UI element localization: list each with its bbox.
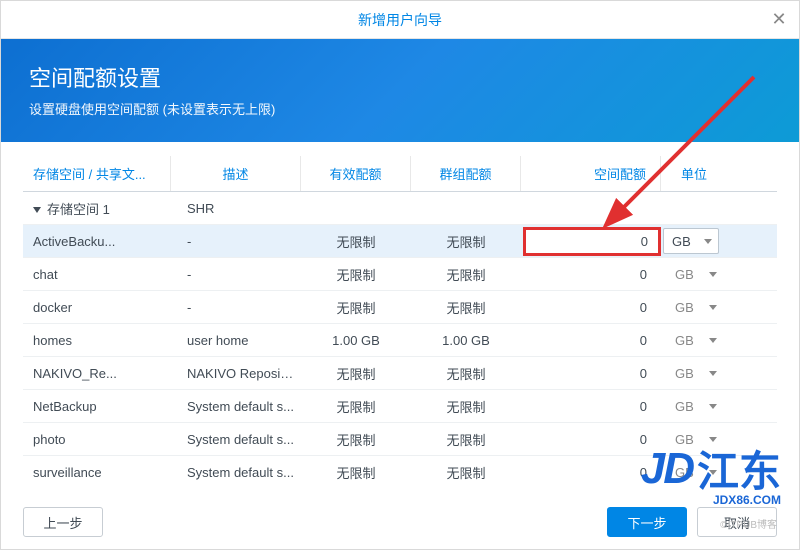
- cell-effective: 无限制: [301, 424, 411, 455]
- cell-effective: 无限制: [301, 292, 411, 323]
- cell-group: 无限制: [411, 424, 521, 455]
- chevron-down-icon[interactable]: [33, 207, 41, 213]
- chevron-down-icon: [709, 404, 717, 409]
- cell-desc: -: [171, 261, 301, 288]
- table-row[interactable]: chat-无限制无限制0GB: [23, 258, 777, 291]
- table-row[interactable]: surveillanceSystem default s...无限制无限制0GB: [23, 456, 777, 488]
- content-area: 存储空间 / 共享文... 描述 有效配额 群组配额 空间配额 单位 存储空间 …: [1, 142, 799, 488]
- cell-name: docker: [23, 294, 171, 321]
- group-desc: SHR: [171, 195, 301, 222]
- cell-desc: -: [171, 228, 301, 255]
- cell-effective: 无限制: [301, 259, 411, 290]
- unit-select[interactable]: GB: [667, 366, 723, 381]
- cell-desc: user home: [171, 327, 301, 354]
- cell-desc: System default s...: [171, 426, 301, 453]
- chevron-down-icon: [709, 437, 717, 442]
- cell-effective: 无限制: [301, 226, 411, 257]
- cell-name: NetBackup: [23, 393, 171, 420]
- cell-group: 无限制: [411, 457, 521, 488]
- chevron-down-icon: [704, 239, 712, 244]
- chevron-down-icon: [709, 470, 717, 475]
- quota-cell[interactable]: 0: [521, 261, 661, 288]
- cell-name: homes: [23, 327, 171, 354]
- group-label: 存储空间 1: [47, 202, 110, 217]
- cell-effective: 无限制: [301, 391, 411, 422]
- unit-select[interactable]: GB: [667, 333, 723, 348]
- col-header-group[interactable]: 群组配额: [411, 156, 521, 191]
- cell-desc: -: [171, 294, 301, 321]
- cell-name: ActiveBacku...: [23, 228, 171, 255]
- cell-group: 无限制: [411, 391, 521, 422]
- window-title: 新增用户向导: [358, 10, 442, 30]
- cell-name: NAKIVO_Re...: [23, 360, 171, 387]
- wizard-footer: 上一步 下一步 取消: [1, 495, 799, 549]
- cell-name: chat: [23, 261, 171, 288]
- wizard-banner: 空间配额设置 设置硬盘使用空间配额 (未设置表示无上限): [1, 39, 799, 142]
- quota-input[interactable]: 0: [523, 227, 661, 256]
- cell-group: 无限制: [411, 358, 521, 389]
- close-button[interactable]: ✕: [769, 9, 789, 29]
- quota-cell[interactable]: 0: [521, 360, 661, 387]
- quota-cell[interactable]: 0: [521, 426, 661, 453]
- unit-select[interactable]: GB: [667, 267, 723, 282]
- quota-cell[interactable]: 0: [521, 393, 661, 420]
- cell-desc: NAKIVO Reposito...: [171, 360, 301, 387]
- cell-group: 1.00 GB: [411, 327, 521, 354]
- unit-select[interactable]: GB: [667, 465, 723, 480]
- unit-select[interactable]: GB: [667, 432, 723, 447]
- cell-effective: 1.00 GB: [301, 327, 411, 354]
- table-row[interactable]: homesuser home1.00 GB1.00 GB0GB: [23, 324, 777, 357]
- unit-select[interactable]: GB: [667, 300, 723, 315]
- cell-name: photo: [23, 426, 171, 453]
- col-header-effective[interactable]: 有效配额: [301, 156, 411, 191]
- next-button[interactable]: 下一步: [607, 507, 687, 537]
- chevron-down-icon: [709, 371, 717, 376]
- banner-subtitle: 设置硬盘使用空间配额 (未设置表示无上限): [29, 99, 771, 118]
- unit-select[interactable]: GB: [663, 228, 719, 254]
- cell-group: 无限制: [411, 259, 521, 290]
- chevron-down-icon: [709, 338, 717, 343]
- chevron-down-icon: [709, 305, 717, 310]
- cell-desc: System default s...: [171, 393, 301, 420]
- chevron-down-icon: [709, 272, 717, 277]
- table-row[interactable]: NAKIVO_Re...NAKIVO Reposito...无限制无限制0GB: [23, 357, 777, 390]
- table-row[interactable]: docker-无限制无限制0GB: [23, 291, 777, 324]
- table-row[interactable]: ActiveBacku...-无限制无限制0GB: [23, 225, 777, 258]
- cell-group: 无限制: [411, 226, 521, 257]
- cell-effective: 无限制: [301, 358, 411, 389]
- col-header-unit[interactable]: 单位: [661, 156, 727, 191]
- watermark-blog: ©ITPUB博客: [720, 516, 777, 531]
- col-header-desc[interactable]: 描述: [171, 156, 301, 191]
- table-body: 存储空间 1 SHR ActiveBacku...-无限制无限制0GBchat-…: [23, 192, 777, 488]
- cell-name: surveillance: [23, 459, 171, 486]
- cell-desc: System default s...: [171, 459, 301, 486]
- table-header: 存储空间 / 共享文... 描述 有效配额 群组配额 空间配额 单位: [23, 156, 777, 192]
- quota-cell[interactable]: 0: [521, 459, 661, 486]
- quota-cell[interactable]: 0: [521, 294, 661, 321]
- unit-select[interactable]: GB: [667, 399, 723, 414]
- col-header-storage[interactable]: 存储空间 / 共享文...: [23, 156, 171, 191]
- prev-button[interactable]: 上一步: [23, 507, 103, 537]
- cell-effective: 无限制: [301, 457, 411, 488]
- banner-title: 空间配额设置: [29, 61, 771, 93]
- storage-group-row[interactable]: 存储空间 1 SHR: [23, 192, 777, 225]
- table-row[interactable]: photoSystem default s...无限制无限制0GB: [23, 423, 777, 456]
- col-header-space[interactable]: 空间配额: [521, 156, 661, 191]
- cell-group: 无限制: [411, 292, 521, 323]
- quota-cell[interactable]: 0: [521, 327, 661, 354]
- table-row[interactable]: NetBackupSystem default s...无限制无限制0GB: [23, 390, 777, 423]
- titlebar: 新增用户向导 ✕: [1, 1, 799, 39]
